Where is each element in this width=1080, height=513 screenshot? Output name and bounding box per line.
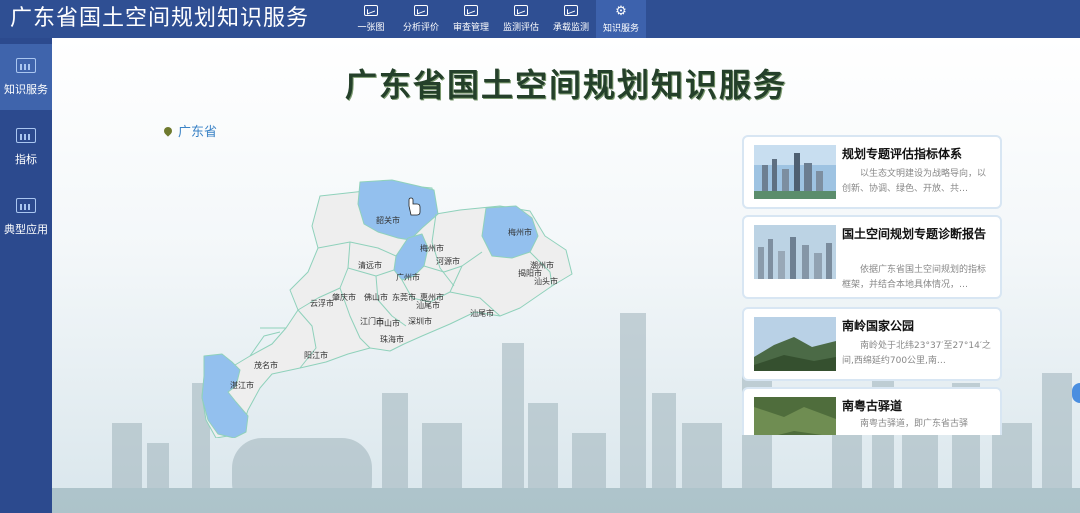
top-header: 广东省国土空间规划知识服务 一张图 分析评价 审查管理 监测评估 承载监测 ⚙ …	[0, 0, 1080, 38]
map-label: 韶关市	[376, 215, 400, 225]
page-title: 广东省国土空间规划知识服务	[344, 66, 787, 104]
card-title: 规划专题评估指标体系	[842, 147, 963, 161]
main-panel: 广东省国土空间规划知识服务 广东省 梅州市 汕尾市 韶关市 梅州市 清远市 河源…	[52, 38, 1080, 513]
monitor-chart-icon	[564, 5, 578, 16]
nav-item-label: 审查管理	[452, 23, 489, 33]
map-label: 广州市	[396, 272, 420, 282]
card-thumbnail	[754, 145, 836, 199]
card-title: 国土空间规划专题诊断报告	[842, 227, 987, 241]
map-label: 茂名市	[254, 360, 278, 370]
sidebar-item-indicators[interactable]: 指标	[0, 114, 52, 180]
guangdong-map[interactable]: 梅州市 汕尾市 韶关市 梅州市 清远市 河源市 潮州市 揭阳市 汕头市 广州市 …	[200, 176, 580, 438]
sidebar-item-knowledge[interactable]: 知识服务	[0, 44, 52, 110]
knowledge-card-list[interactable]: 规划专题评估指标体系 以生态文明建设为战略导向，以创新、协调、绿色、开放、共… …	[740, 135, 1004, 435]
card-description: 依据广东省国土空间规划的指标框架，并结合本地具体情况，…	[842, 265, 987, 290]
nav-item-review[interactable]: 审查管理	[446, 0, 496, 38]
card-description: 南岭处于北纬23°37′至27°14′之间,西绵延约700公里,南…	[842, 341, 991, 366]
card-title: 南粤古驿道	[842, 399, 903, 413]
chart-icon	[16, 127, 36, 143]
map-label: 中山市	[376, 318, 400, 328]
monitor-chart-icon	[364, 5, 378, 16]
sidebar-item-label: 知识服务	[4, 82, 48, 96]
map-label: 清远市	[358, 260, 382, 270]
monitor-chart-icon	[514, 5, 528, 16]
nav-item-knowledge[interactable]: ⚙ 知识服务	[596, 0, 646, 38]
map-label: 阳江市	[304, 350, 328, 360]
knowledge-card[interactable]: 南粤古驿道 南粤古驿道，即广东省古驿	[742, 387, 1002, 435]
card-title: 南岭国家公园	[842, 319, 915, 333]
sidebar-item-label: 指标	[15, 152, 37, 166]
svg-text:梅州市: 梅州市	[420, 243, 444, 253]
chart-icon	[16, 197, 36, 213]
nav-item-label: 一张图	[357, 23, 385, 33]
map-label: 河源市	[436, 256, 460, 266]
map-label: 湛江市	[230, 380, 254, 390]
map-pin-icon	[162, 124, 174, 137]
app-title: 广东省国土空间规划知识服务	[10, 6, 310, 31]
map-label: 云浮市	[310, 298, 334, 308]
monitor-chart-icon	[414, 5, 428, 16]
card-description: 南粤古驿道，即广东省古驿	[860, 419, 969, 429]
map-label: 肇庆市	[332, 292, 356, 302]
knowledge-card[interactable]: 国土空间规划专题诊断报告 依据广东省国土空间规划的指标框架，并结合本地具体情况，…	[742, 215, 1002, 299]
map-label: 汕尾市	[470, 308, 494, 318]
knowledge-card[interactable]: 规划专题评估指标体系 以生态文明建设为战略导向，以创新、协调、绿色、开放、共…	[742, 135, 1002, 209]
nav-item-label: 知识服务	[602, 23, 639, 34]
card-thumbnail	[754, 317, 836, 371]
nav-item-monitoring[interactable]: 监测评估	[496, 0, 546, 38]
map-label: 梅州市	[508, 227, 532, 237]
map-label: 东莞市	[392, 292, 416, 302]
card-thumbnail	[754, 397, 836, 435]
sidebar-item-label: 典型应用	[4, 222, 48, 236]
monitor-chart-icon	[464, 5, 478, 16]
knowledge-card[interactable]: 南岭国家公园 南岭处于北纬23°37′至27°14′之间,西绵延约700公里,南…	[742, 307, 1002, 381]
location-breadcrumb[interactable]: 广东省	[162, 121, 218, 140]
card-description: 以生态文明建设为战略导向，以创新、协调、绿色、开放、共…	[842, 169, 987, 194]
sidebar: 知识服务 指标 典型应用	[0, 38, 52, 513]
map-label: 汕头市	[534, 276, 558, 286]
location-label: 广东省	[178, 125, 218, 140]
map-label: 深圳市	[408, 316, 432, 326]
nav-item-yizhangtu[interactable]: 一张图	[346, 0, 396, 38]
gear-icon: ⚙	[615, 3, 627, 19]
nav-item-capacity[interactable]: 承载监测	[546, 0, 596, 38]
nav-item-label: 分析评价	[402, 23, 439, 33]
map-label: 佛山市	[364, 292, 388, 302]
map-label: 珠海市	[380, 334, 404, 344]
chart-icon	[16, 57, 36, 73]
card-thumbnail	[754, 225, 836, 279]
nav-item-label: 监测评估	[502, 23, 539, 33]
nav-item-label: 承载监测	[552, 23, 589, 33]
side-scroll-handle[interactable]	[1072, 383, 1080, 403]
map-label: 惠州市	[420, 292, 444, 302]
top-nav: 一张图 分析评价 审查管理 监测评估 承载监测 ⚙ 知识服务	[346, 0, 646, 38]
sidebar-item-applications[interactable]: 典型应用	[0, 184, 52, 250]
nav-item-analysis[interactable]: 分析评价	[396, 0, 446, 38]
